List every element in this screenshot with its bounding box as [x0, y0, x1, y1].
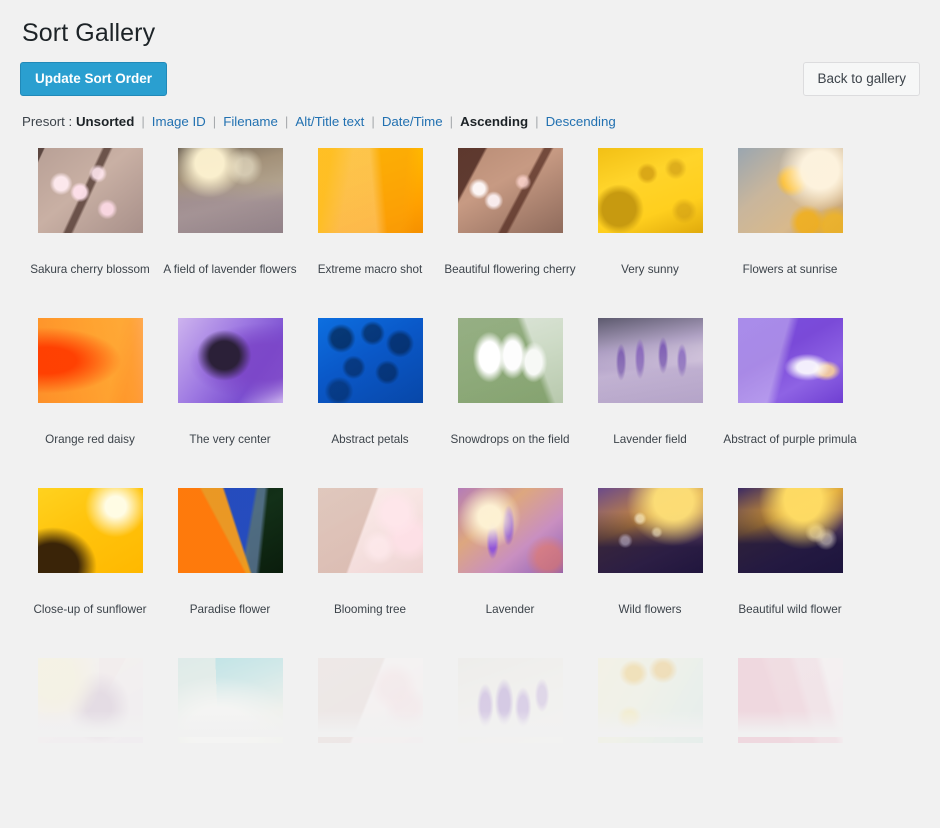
thumb-flowers-at-sunrise[interactable] [737, 147, 843, 233]
gallery-item[interactable]: Abstract petals [300, 317, 440, 488]
gallery-item-caption: Beautiful flowering cherry [444, 262, 576, 276]
gallery-item[interactable] [300, 657, 440, 828]
presort-option-filename[interactable]: Filename [223, 114, 278, 129]
gallery-item-caption: Lavender field [613, 432, 687, 446]
presort-separator: | [284, 113, 289, 129]
gallery-item-caption: Orange red daisy [45, 432, 135, 446]
gallery-item[interactable]: The very center [160, 317, 300, 488]
presort-option-descending[interactable]: Descending [546, 114, 616, 129]
gallery-item-caption: Blooming tree [333, 602, 407, 616]
presort-label: Presort : [22, 113, 73, 129]
gallery-item[interactable]: Beautiful flowering cherry [440, 147, 580, 318]
gallery-item[interactable]: Lavender field [580, 317, 720, 488]
presort-separator: | [212, 113, 217, 129]
toolbar: Update Sort Order Back to gallery [20, 61, 920, 96]
gallery-item[interactable]: Sakura cherry blossom [20, 147, 160, 318]
gallery-item[interactable]: Extreme macro shot [300, 147, 440, 318]
thumb-poppies-pale[interactable] [597, 657, 703, 743]
gallery-item[interactable]: Close-up of sunflower [20, 487, 160, 658]
gallery-item[interactable]: Very sunny [580, 147, 720, 318]
gallery-item-caption: A field of lavender flowers [163, 262, 297, 276]
presort-option-image-id[interactable]: Image ID [152, 114, 206, 129]
thumb-sunflower-pastel[interactable] [37, 657, 143, 743]
thumb-snowdrops-on-the-field[interactable] [457, 317, 563, 403]
thumb-sakura-cherry-blossom[interactable] [37, 147, 143, 233]
gallery-item[interactable] [20, 657, 160, 828]
presort-option-unsorted: Unsorted [75, 113, 135, 129]
gallery-item-caption: Snowdrops on the field [450, 432, 570, 446]
gallery-item[interactable] [720, 657, 860, 828]
gallery-item-caption: The very center [189, 432, 271, 446]
thumb-beautiful-flowering-cherry[interactable] [457, 147, 563, 233]
thumb-blossom-pale[interactable] [317, 657, 423, 743]
thumb-beautiful-wild-flower[interactable] [737, 487, 843, 573]
gallery-item[interactable]: Lavender [440, 487, 580, 658]
thumb-close-up-of-sunflower[interactable] [37, 487, 143, 573]
page-title: Sort Gallery [22, 19, 156, 47]
gallery-item[interactable]: Paradise flower [160, 487, 300, 658]
thumb-abstract-purple-primula[interactable] [737, 317, 843, 403]
thumb-orange-red-daisy[interactable] [37, 317, 143, 403]
thumb-extreme-macro-shot[interactable] [317, 147, 423, 233]
gallery-item[interactable]: Orange red daisy [20, 317, 160, 488]
thumb-dandelion-teal[interactable] [177, 657, 283, 743]
gallery-item[interactable]: Flowers at sunrise [720, 147, 860, 318]
gallery-item[interactable]: Blooming tree [300, 487, 440, 658]
gallery-item-caption: Extreme macro shot [317, 262, 423, 276]
gallery-item-caption: Sakura cherry blossom [30, 262, 150, 276]
gallery-item[interactable]: Beautiful wild flower [720, 487, 860, 658]
gallery-item-caption: Abstract petals [331, 432, 409, 446]
gallery-item-caption: Flowers at sunrise [742, 262, 838, 276]
gallery-item-caption: Beautiful wild flower [738, 602, 842, 616]
update-sort-order-button[interactable]: Update Sort Order [20, 61, 168, 96]
presort-option-alt-title-text[interactable]: Alt/Title text [295, 114, 364, 129]
thumb-wild-flowers[interactable] [597, 487, 703, 573]
presort-option-date-time[interactable]: Date/Time [382, 114, 443, 129]
gallery-item-caption: Lavender [485, 602, 535, 616]
gallery-item-caption: Paradise flower [189, 602, 271, 616]
gallery-item[interactable]: A field of lavender flowers [160, 147, 300, 318]
presort-option-ascending: Ascending [460, 113, 529, 129]
thumb-abstract-petals[interactable] [317, 317, 423, 403]
gallery-item[interactable] [160, 657, 300, 828]
gallery-item-caption: Abstract of purple primula [723, 432, 857, 446]
presort-bar: Presort : Unsorted | Image ID | Filename | Alt… [20, 96, 920, 129]
thumb-field-of-lavender[interactable] [177, 147, 283, 233]
presort-separator: | [141, 113, 145, 129]
thumb-blooming-tree[interactable] [317, 487, 423, 573]
gallery-item[interactable] [580, 657, 720, 828]
gallery-item[interactable] [440, 657, 580, 828]
thumb-very-sunny[interactable] [597, 147, 703, 233]
thumb-paradise-flower[interactable] [177, 487, 283, 573]
gallery-item-caption: Very sunny [621, 262, 679, 276]
gallery-item-caption: Close-up of sunflower [33, 602, 147, 616]
gallery-item-caption: Wild flowers [618, 602, 682, 616]
sort-gallery-page: Sort Gallery Update Sort Order Back to g… [0, 0, 940, 743]
gallery-item[interactable]: Snowdrops on the field [440, 317, 580, 488]
gallery-item[interactable]: Abstract of purple primula [720, 317, 860, 488]
presort-options: Unsorted | Image ID | Filename | Alt/Title tex… [76, 114, 616, 129]
presort-separator: | [371, 113, 375, 129]
back-to-gallery-button[interactable]: Back to gallery [803, 61, 920, 96]
presort-separator: | [449, 113, 454, 129]
gallery-item[interactable]: Wild flowers [580, 487, 720, 658]
gallery-grid[interactable]: Sakura cherry blossom A field of lavender… [20, 147, 920, 828]
thumb-the-very-center[interactable] [177, 317, 283, 403]
thumb-lavender-field[interactable] [597, 317, 703, 403]
thumb-pink-petals-pale[interactable] [737, 657, 843, 743]
thumb-lavender[interactable] [457, 487, 563, 573]
thumb-crocus-pale[interactable] [457, 657, 563, 743]
presort-separator: | [535, 113, 539, 129]
